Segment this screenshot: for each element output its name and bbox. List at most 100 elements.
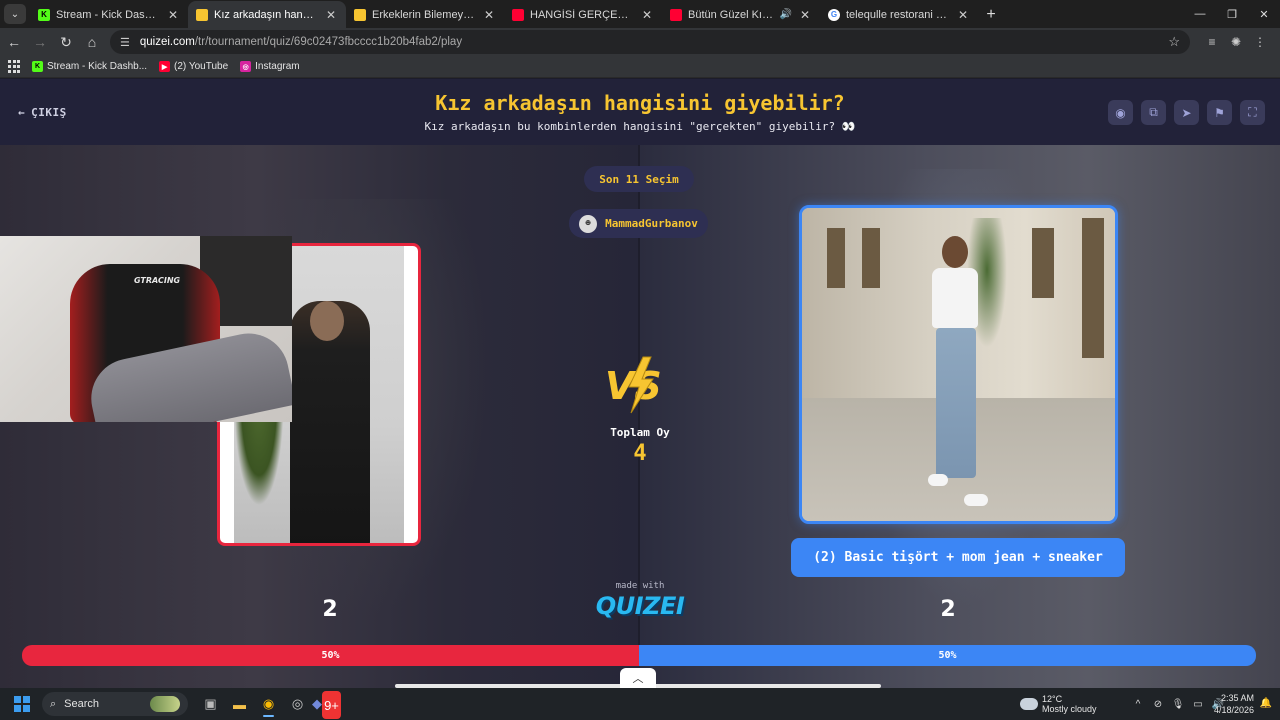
left-percent-bar: 50% <box>22 645 639 666</box>
tab-hangisi-gercek[interactable]: HANGİSİ GERÇEK ESKİ SEVGİLİ ✕ <box>504 1 662 28</box>
tab-close-icon[interactable]: ✕ <box>956 8 970 22</box>
search-label: Search <box>64 698 100 710</box>
tab-erkeklerin[interactable]: Erkeklerin Bilemeyeceği Şeyler ✕ <box>346 1 504 28</box>
tab-butun-guzel-kizlar[interactable]: Bütün Güzel Kızlar Bana Bak 🔊 ✕ <box>662 1 820 28</box>
windows-taskbar: ⌕ Search ▣ ▬ ◉ ◎ ◆ 9+ 12°C Mostly cloudy … <box>0 688 1280 720</box>
tab-google-search[interactable]: G telequlle restorani - Google'da ✕ <box>820 1 978 28</box>
url-path: /tr/tournament/quiz/69c02473fbcccc1b20b4… <box>194 36 463 48</box>
notification-bell-icon[interactable]: 🔔 <box>1260 698 1272 709</box>
bookmark-kick[interactable]: K Stream - Kick Dashb... <box>32 61 147 72</box>
back-icon[interactable]: ← <box>2 30 26 54</box>
sneaker <box>928 474 948 486</box>
home-icon[interactable]: ⌂ <box>80 30 104 54</box>
google-favicon-icon: G <box>828 8 840 21</box>
network-off-icon[interactable]: ⊘ <box>1148 699 1168 710</box>
reload-icon[interactable]: ↻ <box>54 30 78 54</box>
person-head <box>942 236 968 268</box>
weather-temp: 12°C <box>1042 694 1063 704</box>
bookmark-star-icon[interactable]: ☆ <box>1168 34 1180 50</box>
quiz-subtitle: Kız arkadaşın bu kombinlerden hangisini … <box>424 120 856 133</box>
flag-icon[interactable]: ⚑ <box>1207 100 1232 125</box>
player-badge: ☻ MammadGurbanov <box>569 209 708 238</box>
extension-icon[interactable]: ✺ <box>1224 35 1248 49</box>
share-icon[interactable]: ⧉ <box>1141 100 1166 125</box>
chrome-icon[interactable]: ◉ <box>254 690 283 718</box>
youtube-favicon-icon: ▶ <box>159 61 171 72</box>
forward-icon[interactable]: → <box>28 30 52 54</box>
chair-brand-label: GTRACING <box>134 276 181 285</box>
tab-close-icon[interactable]: ✕ <box>798 8 812 22</box>
total-votes-value: 4 <box>633 441 647 466</box>
fullscreen-icon[interactable]: ⛶ <box>1240 100 1265 125</box>
window-controls: — ❐ ✕ <box>1184 0 1280 28</box>
chevron-up-icon[interactable]: ^ <box>1128 699 1148 710</box>
left-percent-label: 50% <box>321 650 340 661</box>
bookmark-label: Instagram <box>255 61 300 72</box>
avatar-icon: ☻ <box>579 214 598 233</box>
close-window-icon[interactable]: ✕ <box>1248 0 1280 28</box>
tab-close-icon[interactable]: ✕ <box>640 8 654 22</box>
right-percent-bar: 50% <box>639 645 1256 666</box>
tab-title: Stream - Kick Dashboard <box>56 8 160 21</box>
send-icon[interactable]: ➤ <box>1174 100 1199 125</box>
clock-time: 2:35 AM <box>1220 693 1254 703</box>
player-name: MammadGurbanov <box>605 217 698 230</box>
round-indicator: Son 11 Seçim <box>584 166 694 192</box>
tab-quiz-active[interactable]: Kız arkadaşın hangisini giyebilir ✕ <box>188 1 346 28</box>
building-window <box>827 228 845 288</box>
new-tab-button[interactable]: + <box>978 1 1004 28</box>
kick-favicon-icon: K <box>38 8 50 21</box>
mom-jeans <box>936 328 976 478</box>
discord-badge: 9+ <box>322 691 341 719</box>
url-host: quizei.com <box>139 36 195 48</box>
clock[interactable]: 2:35 AM 4/18/2026 <box>1214 692 1254 716</box>
search-highlight-image <box>150 696 180 712</box>
right-percent-label: 50% <box>938 650 957 661</box>
kick-favicon-icon: K <box>32 61 43 72</box>
bookmarks-bar: K Stream - Kick Dashb... ▶ (2) YouTube ◎… <box>0 56 1280 78</box>
browser-tabstrip: ⌄ K Stream - Kick Dashboard ✕ Kız arkada… <box>0 0 1280 28</box>
bookmark-youtube[interactable]: ▶ (2) YouTube <box>159 61 228 72</box>
eye-icon[interactable]: ◉ <box>1108 100 1133 125</box>
option-right-card[interactable] <box>799 205 1118 524</box>
address-bar[interactable]: ☰ quizei.com/tr/tournament/quiz/69c02473… <box>110 30 1190 54</box>
chevron-up-icon[interactable]: ︿ <box>620 668 656 688</box>
option-right-caption[interactable]: (2) Basic tişört + mom jean + sneaker <box>791 538 1125 577</box>
building-window <box>862 228 880 288</box>
youtube-favicon-icon <box>512 8 524 21</box>
obs-icon[interactable]: ◎ <box>283 690 312 718</box>
apps-grid-icon[interactable] <box>8 59 22 74</box>
tab-title: Bütün Güzel Kızlar Bana Bak <box>688 8 776 21</box>
menu-kebab-icon[interactable]: ⋮ <box>1248 35 1272 49</box>
made-with-label: made with <box>615 581 665 591</box>
person-head <box>310 301 344 341</box>
quiz-title: Kız arkadaşın hangisini giyebilir? <box>435 91 845 115</box>
search-icon: ⌕ <box>50 697 57 710</box>
weather-widget[interactable]: 12°C Mostly cloudy <box>1020 688 1097 720</box>
bookmark-instagram[interactable]: ◎ Instagram <box>240 61 300 72</box>
taskbar-search[interactable]: ⌕ Search <box>42 692 188 716</box>
minimize-icon[interactable]: — <box>1184 0 1216 28</box>
tab-close-icon[interactable]: ✕ <box>166 8 180 22</box>
windows-start-icon[interactable] <box>14 696 30 712</box>
file-explorer-icon[interactable]: ▬ <box>225 690 254 718</box>
reading-list-icon[interactable]: ≡ <box>1200 35 1224 49</box>
display-icon[interactable]: ▭ <box>1188 699 1208 710</box>
header-actions: ◉ ⧉ ➤ ⚑ ⛶ <box>1108 100 1265 125</box>
tab-close-icon[interactable]: ✕ <box>324 8 338 22</box>
tab-close-icon[interactable]: ✕ <box>482 8 496 22</box>
restore-icon[interactable]: ❐ <box>1216 0 1248 28</box>
microphone-icon[interactable]: 🎙 <box>1168 699 1188 710</box>
tab-title: Kız arkadaşın hangisini giyebilir <box>214 8 318 21</box>
cloud-icon <box>1020 698 1038 710</box>
quizei-favicon-icon <box>196 8 208 21</box>
site-info-icon[interactable]: ☰ <box>120 36 130 49</box>
outfit-figure <box>924 236 988 506</box>
tab-search-button[interactable]: ⌄ <box>4 4 26 24</box>
building-window <box>1032 228 1054 298</box>
quizei-logo[interactable]: QUIZEI <box>580 592 700 620</box>
tab-kick-dashboard[interactable]: K Stream - Kick Dashboard ✕ <box>30 1 188 28</box>
task-view-icon[interactable]: ▣ <box>196 690 225 718</box>
discord-icon[interactable]: ◆ 9+ <box>312 690 341 719</box>
speaker-icon[interactable]: 🔊 <box>780 9 792 20</box>
